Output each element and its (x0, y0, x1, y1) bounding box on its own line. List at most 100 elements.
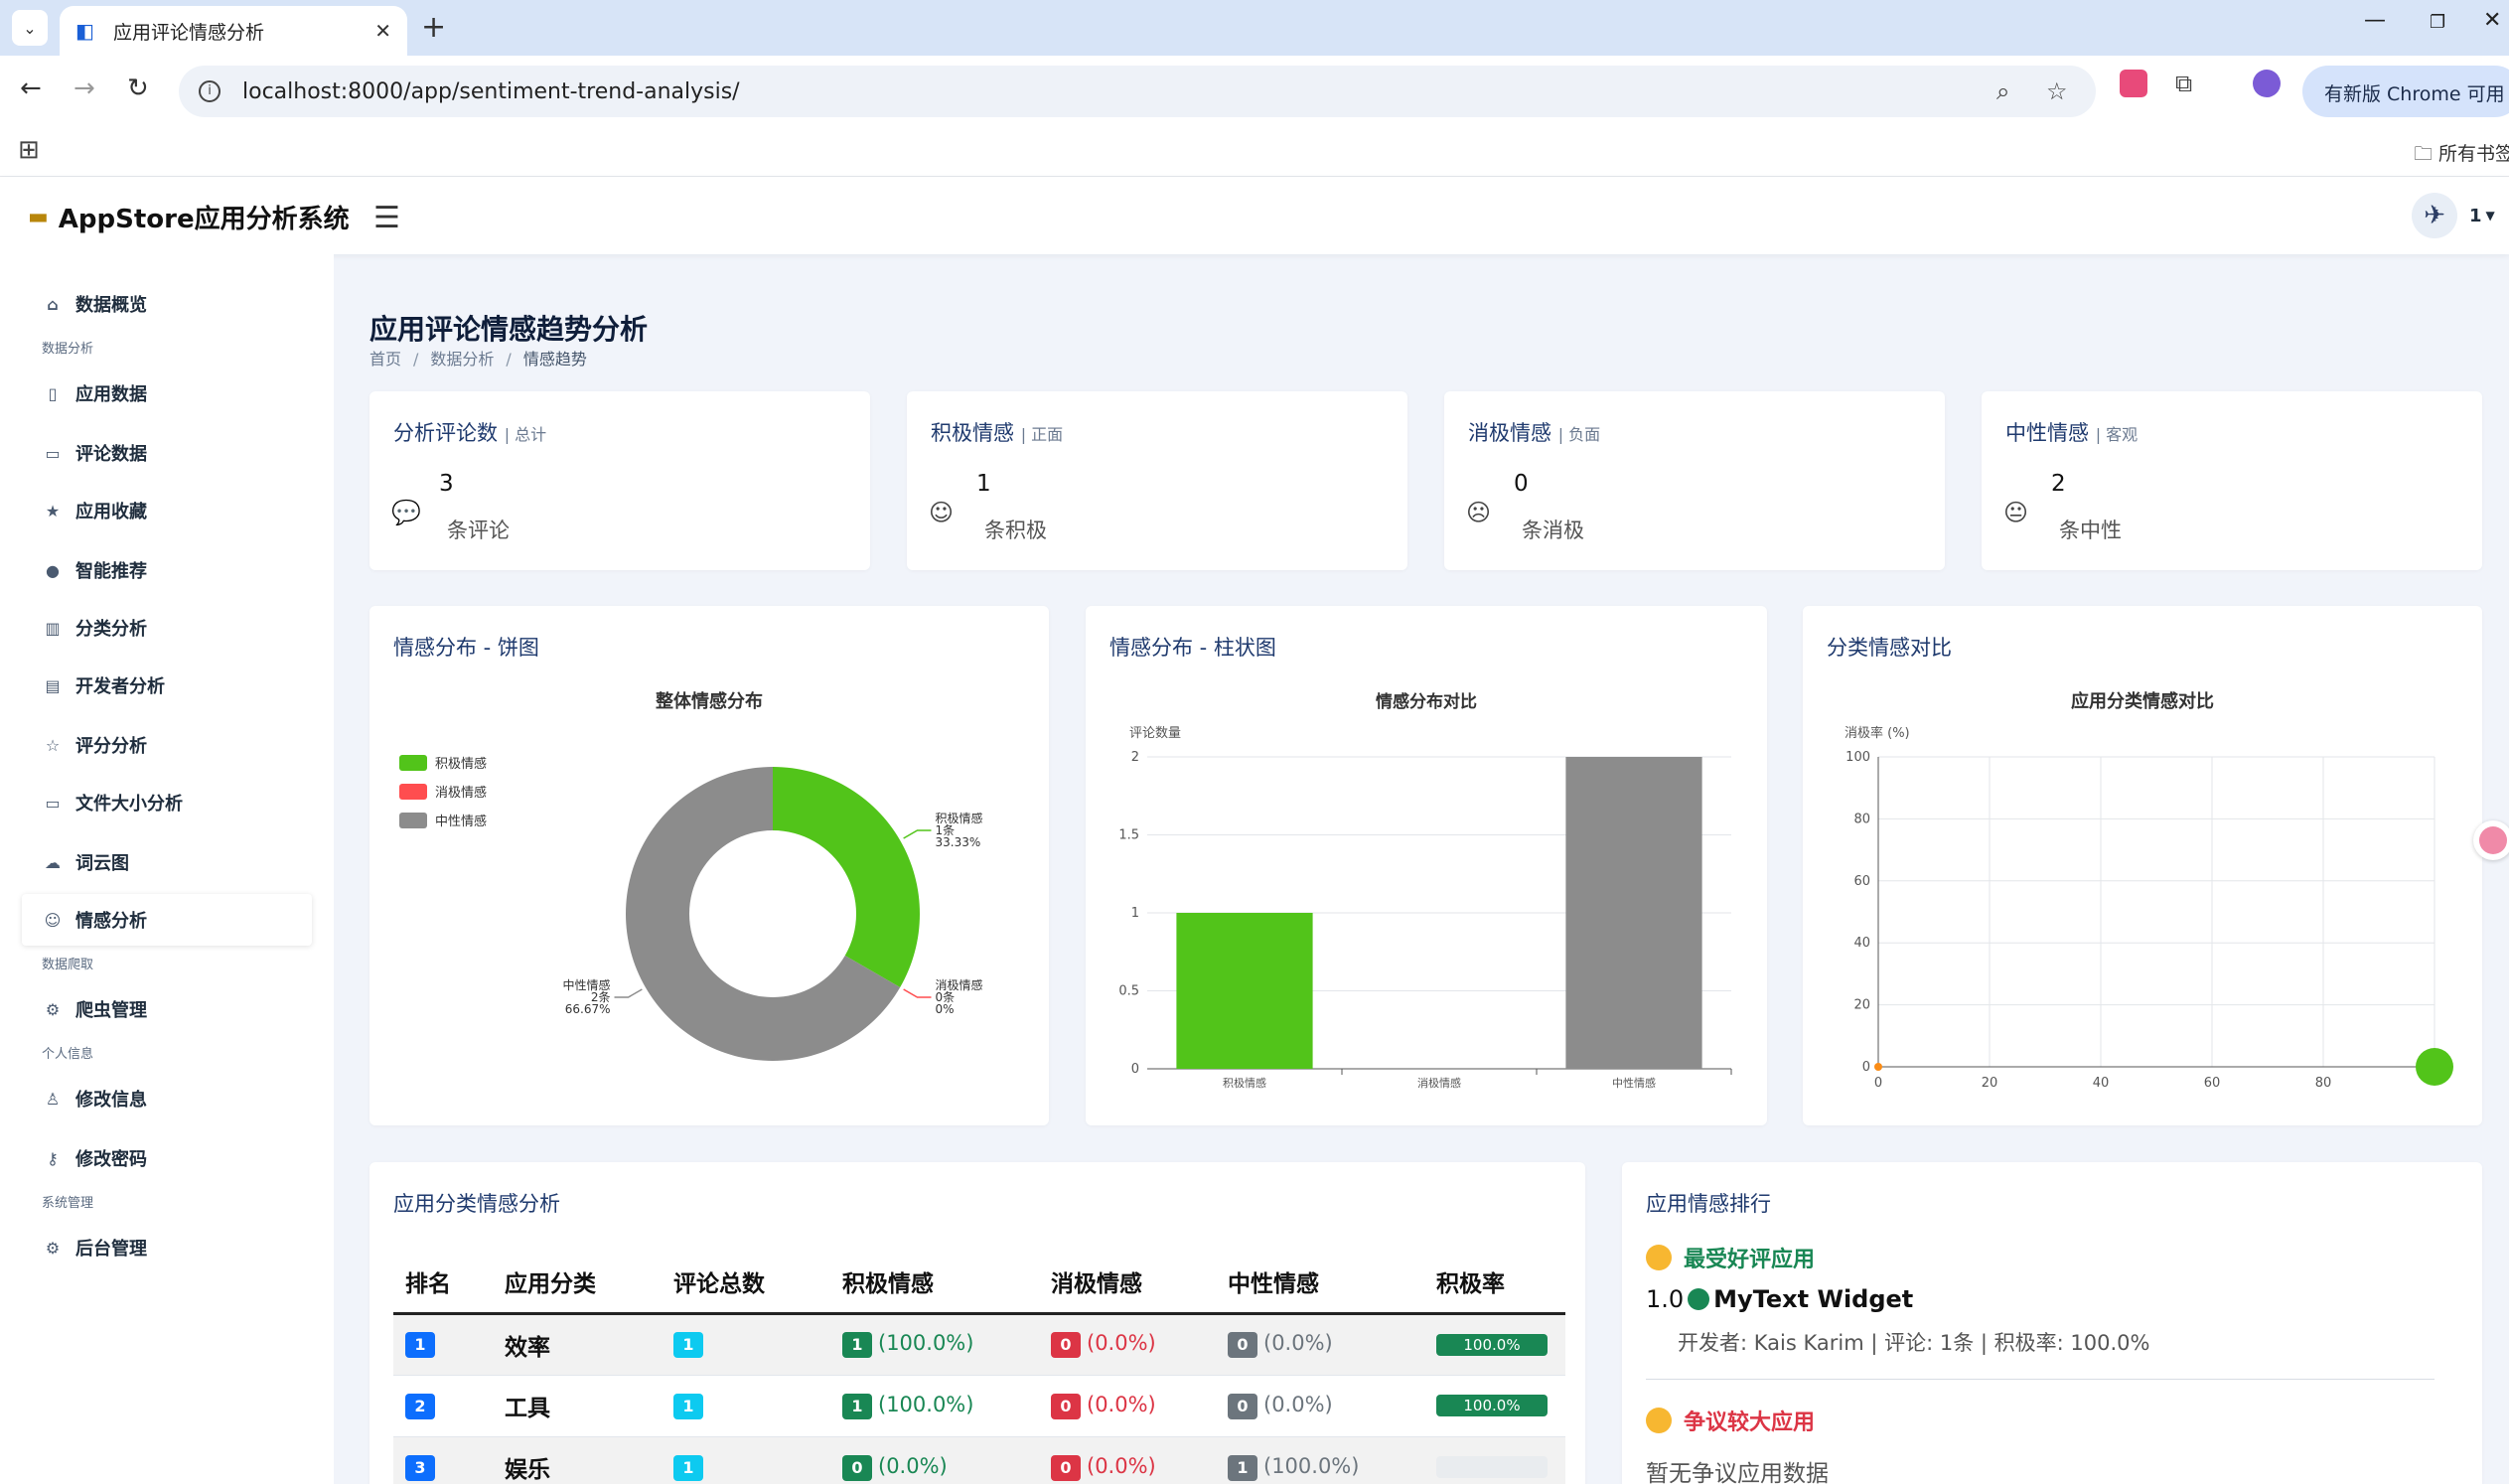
close-icon[interactable]: ✕ (374, 19, 391, 43)
reload-icon[interactable]: ↻ (127, 74, 149, 103)
site-info-icon[interactable]: i (199, 80, 221, 102)
minimize-icon[interactable]: — (2364, 8, 2386, 33)
th-neutral: 中性情感 (1216, 1252, 1424, 1315)
panel-title: 应用分类情感分析 (393, 1192, 560, 1216)
chart-title: 情感分布对比 (1376, 691, 1477, 712)
th-positive: 积极情感 (830, 1252, 1039, 1315)
sidebar-item-label: 后台管理 (75, 1239, 147, 1260)
pie-label-percent: 66.67% (565, 1002, 611, 1016)
cell-total: 1 (662, 1375, 830, 1437)
cell-neutral: 1 (100.0%) (1216, 1436, 1424, 1484)
all-bookmarks[interactable]: 🗀 所有书签 (2414, 139, 2509, 172)
stat-sub-text: 总计 (515, 425, 547, 444)
breadcrumb-current: 情感趋势 (522, 350, 587, 369)
sidebar-item-category[interactable]: ▥ 分类分析 (22, 602, 312, 654)
sidebar-section-system: 系统管理 (42, 1196, 94, 1211)
menu-toggle-icon[interactable]: ☰ (373, 201, 400, 235)
y-tick-label: 0 (1862, 1060, 1870, 1075)
user-name: 1 (2469, 205, 2482, 226)
sidebar-item-edit-info[interactable]: ♙ 修改信息 (22, 1073, 312, 1124)
positive-pct: (100.0%) (878, 1331, 974, 1355)
sidebar-item-recommend[interactable]: ● 智能推荐 (22, 544, 312, 596)
zoom-icon[interactable]: ⌕ (1996, 77, 2009, 105)
sidebar-item-developer[interactable]: ▤ 开发者分析 (22, 660, 312, 711)
extensions-icon[interactable]: ⧉ (2175, 70, 2192, 97)
sidebar-item-review-data[interactable]: ▭ 评论数据 (22, 427, 312, 479)
legend-label: 中性情感 (435, 814, 487, 829)
back-icon[interactable]: ← (20, 74, 42, 103)
chrome-update-button[interactable]: 有新版 Chrome 可用 (2302, 66, 2509, 117)
x-tick-label: 20 (1982, 1076, 1998, 1091)
x-tick-label: 0 (1874, 1076, 1882, 1091)
sidebar-item-edit-password[interactable]: ⚷ 修改密码 (22, 1132, 312, 1184)
brand[interactable]: ▬ AppStore应用分析系统 (28, 199, 350, 235)
window-close-icon[interactable]: ✕ (2483, 8, 2501, 33)
best-app-meta: 开发者: Kais Karim | 评论: 1条 | 积极率: 100.0% (1678, 1331, 2150, 1355)
best-app-item[interactable]: 1.0 MyText Widget (1646, 1285, 1913, 1313)
new-tab-button[interactable]: + (421, 10, 446, 46)
sidebar-item-sentiment[interactable]: ☺ 情感分析 (22, 894, 312, 946)
smile-icon: ☺ (929, 499, 955, 526)
sad-face-icon (1646, 1408, 1672, 1433)
breadcrumb: 首页 / 数据分析 / 情感趋势 (369, 346, 587, 370)
best-app-name: MyText Widget (1713, 1285, 1914, 1313)
neutral-pct: (100.0%) (1263, 1453, 1360, 1478)
robot-icon: ⚙ (45, 999, 61, 1019)
sidebar-item-app-data[interactable]: ▯ 应用数据 (22, 368, 312, 419)
sidebar-item-favorites[interactable]: ★ 应用收藏 (22, 485, 312, 536)
frown-icon: ☹ (1466, 499, 1492, 526)
pie-chart: 整体情感分布积极情感消极情感中性情感 积极情感1条33.33%消极情感0条0%中性… (399, 690, 983, 1061)
restore-icon[interactable]: ❐ (2430, 12, 2445, 33)
stat-value: 0 (1514, 471, 1529, 497)
sidebar-item-label: 智能推荐 (75, 561, 147, 582)
user-menu[interactable]: ✈ 1 ▼ (2412, 193, 2495, 238)
negative-badge: 0 (1051, 1332, 1081, 1358)
hdd-icon: ▭ (45, 793, 61, 813)
sidebar-item-overview[interactable]: ⌂ 数据概览 (22, 278, 312, 330)
cell-positive: 1 (100.0%) (830, 1375, 1039, 1437)
address-bar[interactable]: i localhost:8000/app/sentiment-trend-ana… (179, 66, 2096, 117)
favicon-icon: ◧ (75, 19, 94, 43)
forward-icon[interactable]: → (74, 74, 95, 103)
chevron-down-icon: ⌄ (23, 18, 37, 38)
stat-title-text: 消极情感 (1468, 421, 1551, 445)
breadcrumb-home[interactable]: 首页 (369, 350, 401, 369)
profile-avatar-icon[interactable] (2253, 70, 2281, 97)
sidebar-item-rating[interactable]: ☆ 评分分析 (22, 719, 312, 771)
sidebar-item-label: 分类分析 (75, 619, 147, 640)
tab-title: 应用评论情感分析 (113, 21, 265, 44)
apps-grid-icon[interactable]: ⊞ (18, 135, 40, 165)
sidebar-item-label: 情感分析 (75, 911, 147, 932)
cell-negative: 0 (0.0%) (1039, 1313, 1216, 1376)
bookmark-star-icon[interactable]: ☆ (2046, 77, 2068, 105)
tab-search-button[interactable]: ⌄ (12, 10, 48, 46)
url-text: localhost:8000/app/sentiment-trend-analy… (242, 78, 740, 104)
legend-label: 消极情感 (435, 785, 487, 801)
stat-sub: | 总计 (504, 425, 547, 444)
translate-float-icon[interactable] (2473, 820, 2509, 860)
table-row: 1 效率 1 1 (100.0%) 0 (0.0%) 0 (0.0%) 100.0% (393, 1313, 1565, 1376)
y-tick-label: 1.5 (1118, 828, 1139, 843)
negative-badge: 0 (1051, 1454, 1081, 1481)
sidebar-item-filesize[interactable]: ▭ 文件大小分析 (22, 777, 312, 828)
browser-tab[interactable]: ◧ 应用评论情感分析 ✕ (60, 6, 407, 56)
sidebar-item-admin[interactable]: ⚙ 后台管理 (22, 1222, 312, 1273)
home-icon: ⌂ (47, 294, 59, 314)
breadcrumb-analysis[interactable]: 数据分析 (430, 350, 494, 369)
sidebar-section-analysis: 数据分析 (42, 342, 94, 357)
star-outline-icon: ☆ (45, 735, 61, 755)
stat-sub: | 正面 (1020, 425, 1064, 444)
legend-swatch (399, 813, 427, 828)
rank-badge: 1 (405, 1332, 435, 1358)
translate-extension-icon[interactable] (2120, 70, 2147, 97)
stat-sub: | 负面 (1557, 425, 1601, 444)
sidebar-item-label: 评论数据 (75, 444, 147, 465)
all-bookmarks-label: 所有书签 (2438, 143, 2509, 165)
stat-unit: 条中性 (2059, 519, 2122, 542)
sidebar-item-wordcloud[interactable]: ☁ 词云图 (22, 836, 312, 888)
sidebar-item-crawler[interactable]: ⚙ 爬虫管理 (22, 983, 312, 1035)
total-badge: 1 (673, 1393, 703, 1419)
y-tick-label: 0 (1131, 1062, 1139, 1077)
negative-pct: (0.0%) (1087, 1453, 1156, 1478)
key-icon: ⚷ (47, 1148, 59, 1168)
